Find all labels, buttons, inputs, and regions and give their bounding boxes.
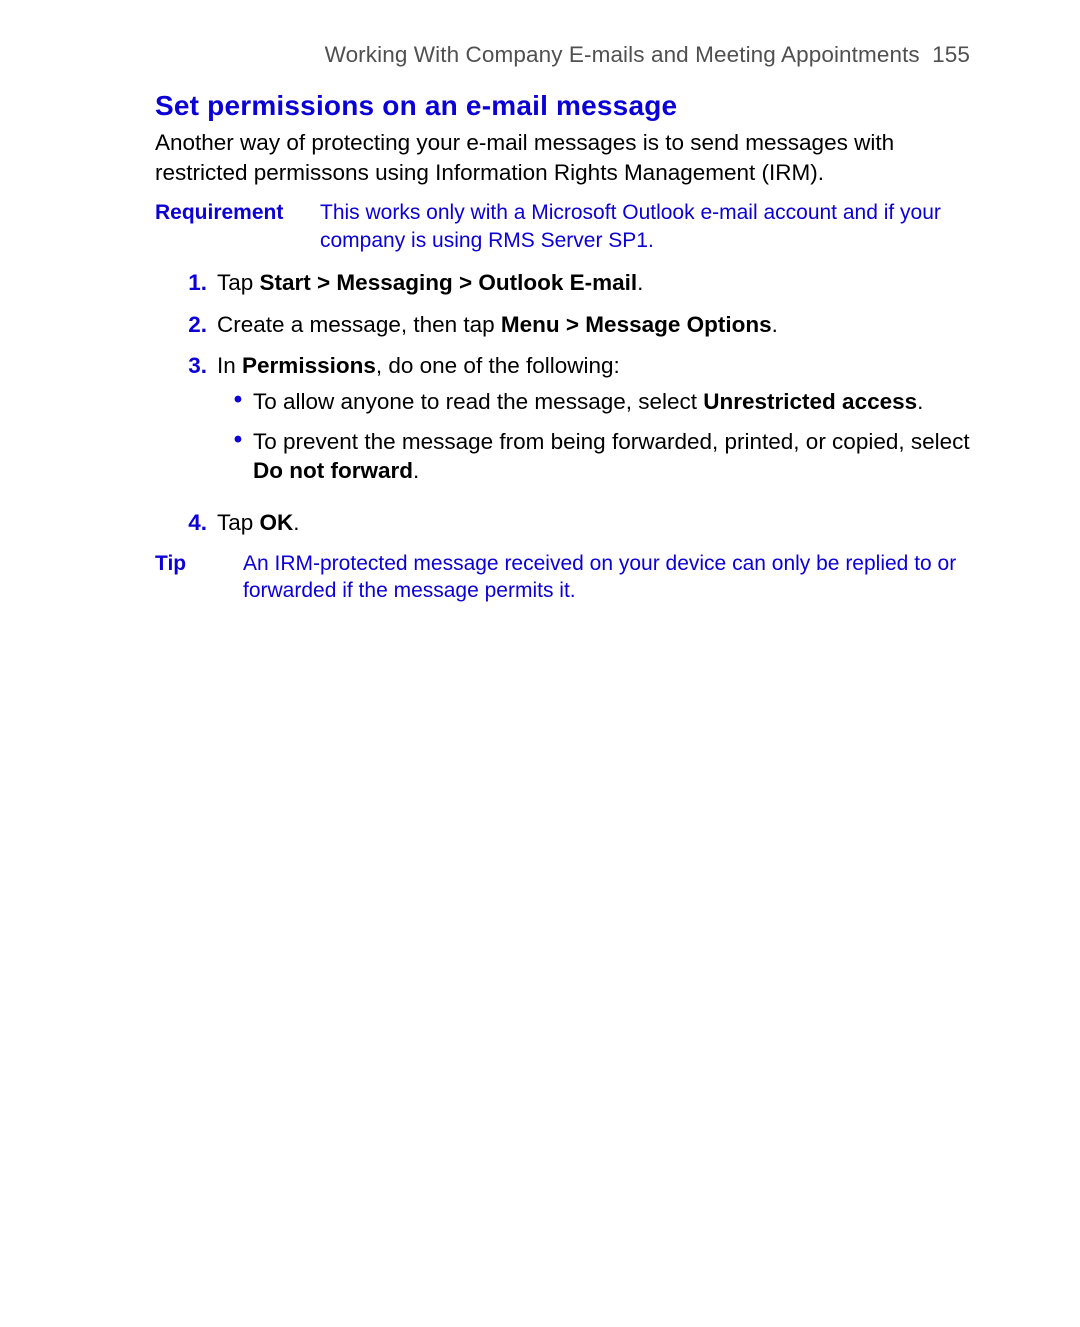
tip-note: Tip An IRM-protected message received on… <box>155 550 970 605</box>
page-number: 155 <box>932 42 970 67</box>
step-number: 2. <box>173 310 207 340</box>
document-page: Working With Company E-mails and Meeting… <box>0 0 1080 644</box>
tip-text: An IRM-protected message received on you… <box>243 550 970 605</box>
intro-paragraph: Another way of protecting your e-mail me… <box>155 128 970 187</box>
step-item: 2. Create a message, then tap Menu > Mes… <box>155 310 970 340</box>
running-header: Working With Company E-mails and Meeting… <box>155 42 970 68</box>
step-item: 3. In Permissions, do one of the followi… <box>155 351 970 496</box>
step-number: 1. <box>173 268 207 298</box>
sub-list: • To allow anyone to read the message, s… <box>217 387 970 486</box>
chapter-title: Working With Company E-mails and Meeting… <box>325 42 920 67</box>
section-title: Set permissions on an e-mail message <box>155 90 970 122</box>
step-text: In Permissions, do one of the following:… <box>217 351 970 496</box>
step-text: Tap OK. <box>217 508 970 538</box>
steps-list: 1. Tap Start > Messaging > Outlook E-mai… <box>155 268 970 538</box>
step-text: Create a message, then tap Menu > Messag… <box>217 310 970 340</box>
bullet-icon: • <box>223 387 253 413</box>
sub-text: To allow anyone to read the message, sel… <box>253 387 970 417</box>
step-item: 4. Tap OK. <box>155 508 970 538</box>
requirement-label: Requirement <box>155 199 320 226</box>
step-item: 1. Tap Start > Messaging > Outlook E-mai… <box>155 268 970 298</box>
sub-text: To prevent the message from being forwar… <box>253 427 970 486</box>
requirement-text: This works only with a Microsoft Outlook… <box>320 199 970 254</box>
step-number: 4. <box>173 508 207 538</box>
sub-item: • To prevent the message from being forw… <box>217 427 970 486</box>
tip-label: Tip <box>155 550 243 577</box>
step-text: Tap Start > Messaging > Outlook E-mail. <box>217 268 970 298</box>
bullet-icon: • <box>223 427 253 453</box>
requirement-note: Requirement This works only with a Micro… <box>155 199 970 254</box>
step-number: 3. <box>173 351 207 381</box>
sub-item: • To allow anyone to read the message, s… <box>217 387 970 417</box>
